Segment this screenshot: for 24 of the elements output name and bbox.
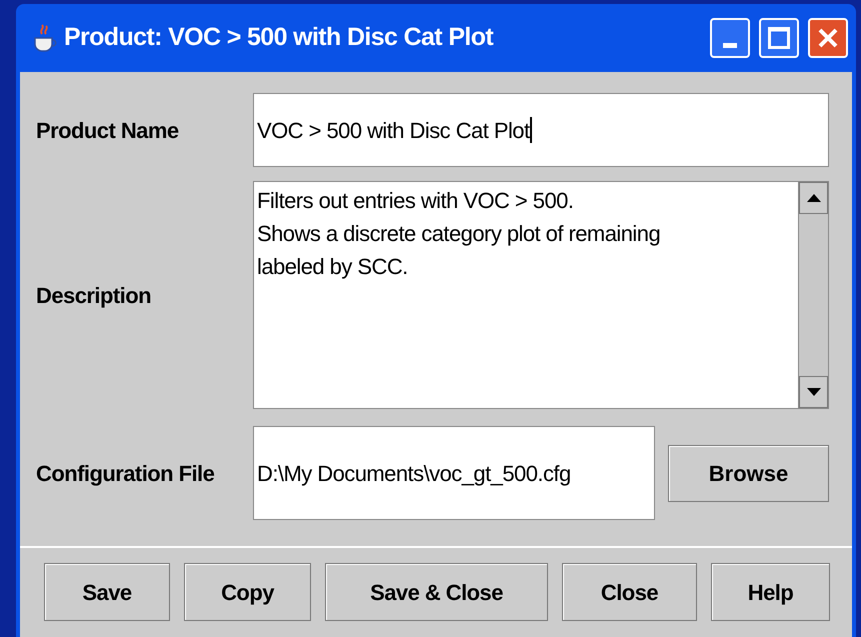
dialog-button[interactable]: Close [562, 563, 697, 621]
scroll-up-button[interactable] [799, 182, 828, 214]
file-path-field[interactable]: D:\My Documents\voc_gt_500.cfg [253, 426, 655, 520]
text-field[interactable]: VOC > 500 with Disc Cat Plot [253, 93, 829, 167]
scroll-down-button[interactable] [799, 376, 828, 408]
coffee-cup-icon [32, 23, 58, 53]
window-title: Product: VOC > 500 with Disc Cat Plot [64, 22, 494, 54]
browse-button[interactable]: Browse [668, 444, 829, 502]
field-label: Product Name [36, 116, 180, 144]
scroll-bar[interactable] [798, 182, 828, 408]
maximize-icon [768, 27, 790, 49]
dialog-button[interactable]: Save [44, 563, 170, 621]
down-arrow-icon [806, 388, 820, 396]
minimize-icon [723, 43, 737, 48]
dialog-button[interactable]: Help [711, 563, 830, 621]
field-label: Description [36, 282, 152, 310]
close-icon [817, 27, 839, 49]
close-window-button[interactable] [808, 18, 848, 58]
up-arrow-icon [806, 194, 820, 202]
dialog-button[interactable]: Copy [184, 563, 311, 621]
field-label: Configuration File [36, 460, 216, 488]
maximize-button[interactable] [759, 18, 799, 58]
dialog-button[interactable]: Save & Close [325, 563, 548, 621]
minimize-button[interactable] [710, 18, 750, 58]
